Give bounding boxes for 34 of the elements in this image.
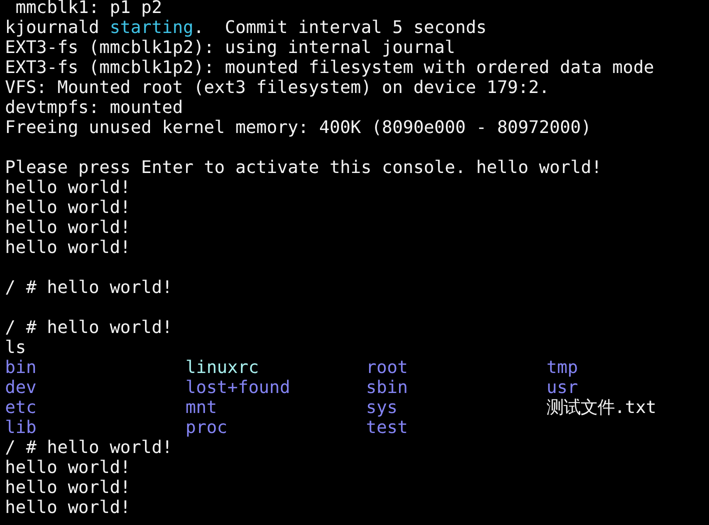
console-line: VFS: Mounted root (ext3 filesystem) on device 179:2. [5, 78, 550, 98]
console-line: Please press Enter to activate this console. hello world! [5, 158, 603, 178]
file-listing-entry: proc [186, 418, 228, 438]
console-line: / # hello world! [5, 438, 174, 458]
file-listing-entry: test [366, 418, 408, 438]
console-line: / # hello world! [5, 318, 174, 338]
console-line: hello world! [5, 178, 132, 198]
file-listing-entry: sbin [366, 378, 408, 398]
console-line: EXT3-fs (mmcblk1p2): mounted filesystem with ordered data mode [5, 58, 656, 78]
file-listing-entry: lib [5, 418, 36, 438]
file-listing-entry: sys [366, 398, 398, 418]
console-line: hello world! [5, 458, 132, 478]
file-listing-entry: lost+found [186, 378, 290, 398]
console-line: kjournald starting. Commit interval 5 seconds [5, 18, 488, 38]
console-line: hello world! [5, 498, 132, 518]
file-listing-entry: linuxrc [186, 358, 259, 378]
console-line: Freeing unused kernel memory: 400K (8090e000 - 80972000) [5, 118, 592, 138]
file-listing-entry: dev [5, 378, 36, 398]
file-listing-entry: bin [5, 358, 36, 378]
console-line: hello world! [5, 198, 132, 218]
console-line: hello world! [5, 218, 132, 238]
console-line: hello world! [5, 238, 132, 258]
file-listing-entry: etc [5, 398, 36, 418]
console-line: mmcblk1: p1 p2 [14, 0, 164, 18]
console-line: EXT3-fs (mmcblk1p2): using internal journal [5, 38, 456, 58]
console-line: ls [5, 338, 27, 358]
file-listing-entry: root [366, 358, 408, 378]
console-line: devtmpfs: mounted [5, 98, 184, 118]
file-listing-entry: usr [546, 378, 578, 398]
console-line: / # hello world! [5, 278, 174, 298]
file-listing-entry: 测试文件.txt [546, 398, 656, 418]
file-listing-entry: tmp [546, 358, 578, 378]
console-line: hello world! [5, 478, 132, 498]
file-listing-entry: mnt [186, 398, 217, 418]
